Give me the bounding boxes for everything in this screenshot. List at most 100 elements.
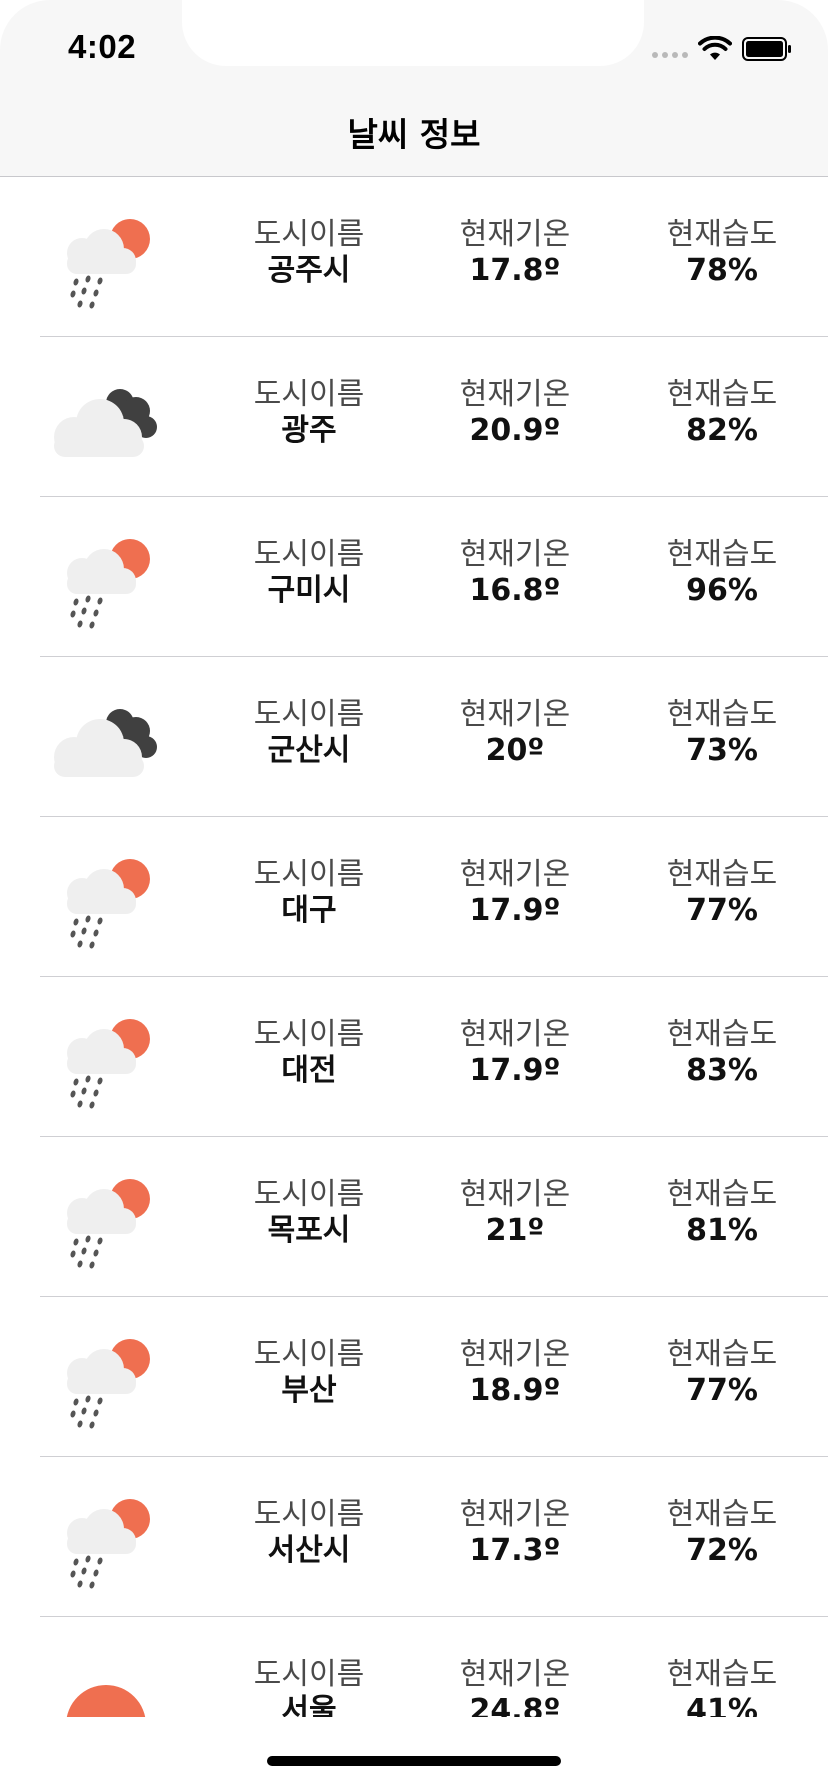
list-item[interactable]: 도시이름 군산시 현재기온 20º 현재습도 73% [40, 657, 828, 817]
status-bar: 4:02 [0, 0, 828, 100]
city-value: 군산시 [267, 733, 351, 768]
temperature-column: 현재기온 17.9º [440, 857, 590, 929]
city-column: 도시이름 대전 [234, 1017, 384, 1089]
city-value: 공주시 [267, 253, 351, 288]
humidity-column: 현재습도 73% [647, 697, 797, 769]
list-item[interactable]: 도시이름 목포시 현재기온 21º 현재습도 81% [40, 1137, 828, 1297]
humidity-value: 81% [686, 1213, 758, 1248]
temperature-column: 현재기온 20º [440, 697, 590, 769]
city-column: 도시이름 구미시 [234, 537, 384, 609]
humidity-label: 현재습도 [666, 537, 778, 572]
list-item[interactable]: 도시이름 대구 현재기온 17.9º 현재습도 77% [40, 817, 828, 977]
dark-cloud-icon [46, 685, 166, 789]
battery-icon [742, 37, 791, 61]
city-value: 목포시 [267, 1213, 351, 1248]
list-item[interactable]: 도시이름 부산 현재기온 18.9º 현재습도 77% [40, 1297, 828, 1457]
temperature-label: 현재기온 [459, 697, 571, 732]
humidity-column: 현재습도 72% [647, 1497, 797, 1569]
temperature-value: 17.8º [469, 253, 561, 288]
city-value: 구미시 [267, 573, 351, 608]
humidity-value: 73% [686, 733, 758, 768]
list-item[interactable]: 도시이름 구미시 현재기온 16.8º 현재습도 96% [40, 497, 828, 657]
cloudy-rain-sun-icon [46, 1165, 166, 1269]
temperature-value: 20º [485, 733, 545, 768]
humidity-label: 현재습도 [666, 1497, 778, 1532]
temperature-column: 현재기온 17.9º [440, 1017, 590, 1089]
humidity-column: 현재습도 77% [647, 857, 797, 929]
humidity-label: 현재습도 [666, 377, 778, 412]
city-label: 도시이름 [253, 217, 365, 252]
city-column: 도시이름 부산 [234, 1337, 384, 1409]
cloudy-rain-sun-icon [46, 845, 166, 949]
city-column: 도시이름 목포시 [234, 1177, 384, 1249]
temperature-label: 현재기온 [459, 1177, 571, 1212]
cloudy-rain-sun-icon [46, 1485, 166, 1589]
status-time: 4:02 [68, 28, 137, 65]
city-label: 도시이름 [253, 1177, 365, 1212]
humidity-column: 현재습도 41% [647, 1657, 797, 1717]
temperature-column: 현재기온 17.8º [440, 217, 590, 289]
temperature-column: 현재기온 20.9º [440, 377, 590, 449]
navigation-bar: 4:02 날씨 정보 [0, 0, 828, 177]
humidity-value: 78% [686, 253, 758, 288]
temperature-column: 현재기온 17.3º [440, 1497, 590, 1569]
city-column: 도시이름 서산시 [234, 1497, 384, 1569]
temperature-label: 현재기온 [459, 377, 571, 412]
humidity-column: 현재습도 77% [647, 1337, 797, 1409]
list-item[interactable]: 도시이름 서울 현재기온 24.8º 현재습도 41% [40, 1617, 828, 1717]
humidity-label: 현재습도 [666, 1177, 778, 1212]
temperature-column: 현재기온 16.8º [440, 537, 590, 609]
cloudy-rain-sun-icon [46, 1005, 166, 1109]
city-label: 도시이름 [253, 1497, 365, 1532]
dark-cloud-icon [46, 365, 166, 469]
temperature-value: 21º [485, 1213, 545, 1248]
home-indicator[interactable] [267, 1756, 561, 1766]
temperature-label: 현재기온 [459, 1657, 571, 1692]
temperature-label: 현재기온 [459, 537, 571, 572]
temperature-label: 현재기온 [459, 1337, 571, 1372]
humidity-value: 83% [686, 1053, 758, 1088]
humidity-value: 82% [686, 413, 758, 448]
wifi-icon [698, 36, 732, 60]
weather-list[interactable]: 도시이름 공주시 현재기온 17.8º 현재습도 78% 도시이름 광주 현재기온 20.9º 현… [0, 177, 828, 1717]
humidity-label: 현재습도 [666, 217, 778, 252]
temperature-value: 17.9º [469, 1053, 561, 1088]
city-label: 도시이름 [253, 377, 365, 412]
city-label: 도시이름 [253, 1017, 365, 1052]
city-value: 대구 [281, 893, 337, 928]
humidity-column: 현재습도 82% [647, 377, 797, 449]
humidity-value: 72% [686, 1533, 758, 1568]
city-value: 서울 [281, 1693, 337, 1717]
humidity-column: 현재습도 96% [647, 537, 797, 609]
humidity-label: 현재습도 [666, 1337, 778, 1372]
temperature-label: 현재기온 [459, 217, 571, 252]
cloudy-rain-sun-icon [46, 525, 166, 629]
city-value: 대전 [281, 1053, 337, 1088]
temperature-value: 18.9º [469, 1373, 561, 1408]
list-item[interactable]: 도시이름 공주시 현재기온 17.8º 현재습도 78% [40, 177, 828, 337]
temperature-value: 17.9º [469, 893, 561, 928]
temperature-value: 24.8º [469, 1693, 561, 1717]
list-item[interactable]: 도시이름 광주 현재기온 20.9º 현재습도 82% [40, 337, 828, 497]
temperature-value: 20.9º [469, 413, 561, 448]
humidity-value: 41% [686, 1693, 758, 1717]
temperature-label: 현재기온 [459, 1017, 571, 1052]
list-item[interactable]: 도시이름 서산시 현재기온 17.3º 현재습도 72% [40, 1457, 828, 1617]
city-column: 도시이름 서울 [234, 1657, 384, 1717]
humidity-label: 현재습도 [666, 697, 778, 732]
temperature-value: 16.8º [469, 573, 561, 608]
temperature-column: 현재기온 18.9º [440, 1337, 590, 1409]
city-label: 도시이름 [253, 697, 365, 732]
humidity-value: 96% [686, 573, 758, 608]
sun-icon [46, 1645, 166, 1717]
city-column: 도시이름 대구 [234, 857, 384, 929]
humidity-column: 현재습도 78% [647, 217, 797, 289]
temperature-column: 현재기온 21º [440, 1177, 590, 1249]
humidity-value: 77% [686, 1373, 758, 1408]
list-item[interactable]: 도시이름 대전 현재기온 17.9º 현재습도 83% [40, 977, 828, 1137]
humidity-column: 현재습도 83% [647, 1017, 797, 1089]
temperature-column: 현재기온 24.8º [440, 1657, 590, 1717]
cloudy-rain-sun-icon [46, 205, 166, 309]
humidity-label: 현재습도 [666, 857, 778, 892]
city-label: 도시이름 [253, 537, 365, 572]
